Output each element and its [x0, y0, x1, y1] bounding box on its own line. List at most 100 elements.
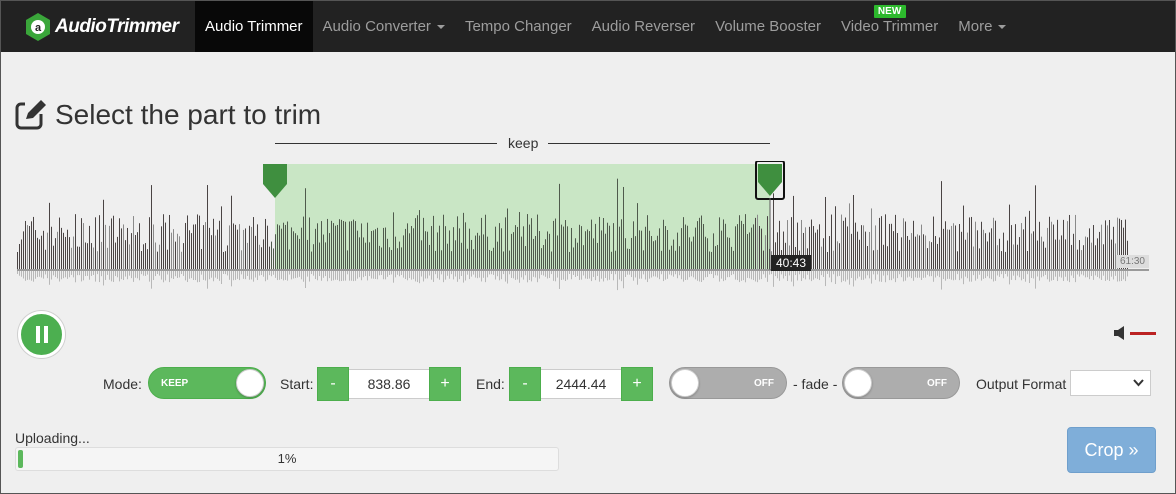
nav-tempo-changer[interactable]: Tempo Changer	[455, 1, 582, 52]
wave-reflection-bar	[561, 270, 562, 280]
start-increment-button[interactable]: +	[429, 367, 461, 401]
crop-button[interactable]: Crop »	[1067, 427, 1156, 473]
wave-bar	[577, 242, 578, 270]
wave-bar	[81, 218, 82, 270]
wave-reflection-bar	[363, 270, 364, 278]
wave-reflection-bar	[301, 270, 302, 280]
wave-reflection-bar	[693, 270, 694, 278]
wave-reflection-bar	[407, 270, 408, 281]
wave-bar	[175, 241, 176, 270]
output-format-select[interactable]	[1070, 370, 1151, 396]
wave-reflection-bar	[73, 270, 74, 278]
wave-bar	[487, 236, 488, 270]
wave-reflection-bar	[897, 270, 898, 279]
wave-reflection-bar	[111, 270, 112, 282]
fade-out-toggle[interactable]: OFF	[842, 367, 960, 399]
wave-bar	[757, 214, 758, 270]
wave-bar	[609, 225, 610, 270]
wave-reflection-bar	[765, 270, 766, 278]
volume-control[interactable]	[1114, 326, 1156, 340]
wave-bar	[591, 219, 592, 270]
mode-toggle[interactable]: KEEP	[148, 367, 266, 399]
wave-reflection-bar	[701, 270, 702, 282]
svg-text:a: a	[35, 22, 42, 34]
wave-reflection-bar	[595, 270, 596, 281]
wave-reflection-bar	[971, 270, 972, 282]
wave-bar	[313, 244, 314, 270]
fade-out-value: OFF	[927, 377, 947, 389]
wave-reflection-bar	[567, 270, 568, 280]
wave-bar	[521, 236, 522, 270]
upload-status: Uploading...	[15, 430, 90, 446]
toggle-knob	[236, 369, 264, 397]
pause-button[interactable]	[18, 311, 65, 358]
wave-reflection-bar	[161, 270, 162, 280]
wave-reflection-bar	[1105, 270, 1106, 281]
wave-reflection-bar	[805, 270, 806, 280]
wave-bar	[209, 227, 210, 270]
wave-bar	[1027, 250, 1028, 270]
wave-bar	[219, 220, 220, 270]
wave-bar	[267, 225, 268, 270]
nav-video-trimmer[interactable]: NEW Video Trimmer	[831, 1, 948, 52]
start-decrement-button[interactable]: -	[317, 367, 349, 401]
nav-audio-converter[interactable]: Audio Converter	[313, 1, 455, 52]
wave-reflection-bar	[21, 270, 22, 277]
wave-bar	[733, 250, 734, 270]
wave-reflection-bar	[357, 270, 358, 279]
wave-bar	[981, 221, 982, 270]
wave-bar	[311, 251, 312, 270]
nav-more[interactable]: More	[948, 1, 1016, 52]
wave-reflection-bar	[879, 270, 880, 282]
wave-bar	[127, 227, 128, 270]
wave-bar	[85, 242, 86, 270]
wave-bar	[1095, 245, 1096, 270]
end-input[interactable]: 2444.44	[541, 369, 621, 399]
wave-reflection-bar	[891, 270, 892, 281]
wave-bar	[55, 238, 56, 270]
wave-bar	[725, 223, 726, 270]
wave-reflection-bar	[385, 270, 386, 280]
wave-bar	[721, 230, 722, 270]
volume-slider[interactable]	[1130, 331, 1156, 335]
wave-reflection-bar	[1003, 270, 1004, 279]
top-navbar: a AudioTrimmer Audio Trimmer Audio Conve…	[1, 1, 1175, 52]
nav-audio-reverser[interactable]: Audio Reverser	[582, 1, 705, 52]
waveform[interactable]	[17, 161, 1159, 296]
wave-bar	[527, 214, 528, 270]
wave-bar	[687, 225, 688, 270]
wave-bar	[173, 229, 174, 270]
brand-logo[interactable]: a AudioTrimmer	[1, 1, 195, 52]
wave-bar	[1071, 244, 1072, 270]
wave-reflection-bar	[213, 270, 214, 282]
wave-reflection-bar	[565, 270, 566, 281]
wave-bar	[1105, 220, 1106, 270]
wave-bar	[1005, 251, 1006, 270]
wave-reflection-bar	[329, 270, 330, 279]
wave-bar	[369, 242, 370, 270]
fade-in-toggle[interactable]: OFF	[669, 367, 787, 399]
wave-bar	[959, 224, 960, 270]
wave-bar	[169, 214, 170, 270]
wave-reflection-bar	[195, 270, 196, 281]
wave-bar	[927, 248, 928, 270]
wave-reflection-bar	[689, 270, 690, 278]
fade-in-value: OFF	[754, 377, 774, 389]
nav-volume-booster[interactable]: Volume Booster	[705, 1, 831, 52]
wave-reflection-bar	[485, 270, 486, 283]
start-input[interactable]: 838.86	[349, 369, 429, 399]
progress-text: 1%	[277, 451, 297, 466]
wave-reflection-bar	[787, 270, 788, 281]
wave-reflection-bar	[713, 270, 714, 279]
wave-bar	[297, 235, 298, 270]
wave-bar	[841, 214, 842, 270]
wave-reflection-bar	[959, 270, 960, 281]
wave-bar	[717, 244, 718, 270]
end-decrement-button[interactable]: -	[509, 367, 541, 401]
wave-bar	[1013, 244, 1014, 270]
wave-reflection-bar	[989, 270, 990, 279]
nav-audio-trimmer[interactable]: Audio Trimmer	[195, 1, 313, 52]
wave-reflection-bar	[465, 270, 466, 281]
end-increment-button[interactable]: +	[621, 367, 653, 401]
wave-bar	[1057, 219, 1058, 270]
